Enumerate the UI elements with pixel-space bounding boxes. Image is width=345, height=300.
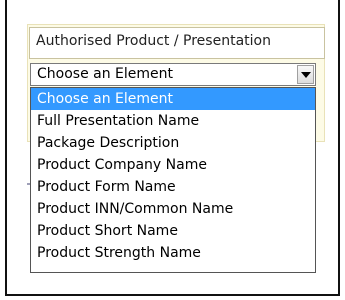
element-dropdown-list: Choose an Element Full Presentation Name… <box>30 87 316 273</box>
dropdown-option-package-description[interactable]: Package Description <box>31 132 315 154</box>
dropdown-option-product-strength-name[interactable]: Product Strength Name <box>31 242 315 264</box>
select-current-value: Choose an Element <box>37 66 174 82</box>
dropdown-option-product-inn-common-name[interactable]: Product INN/Common Name <box>31 198 315 220</box>
dropdown-option-product-form-name[interactable]: Product Form Name <box>31 176 315 198</box>
element-select[interactable]: Choose an Element <box>30 63 316 86</box>
dropdown-toggle-button[interactable] <box>297 65 314 84</box>
chevron-down-icon <box>301 72 311 78</box>
dropdown-option-product-short-name[interactable]: Product Short Name <box>31 220 315 242</box>
dropdown-option-choose-element[interactable]: Choose an Element <box>31 88 315 110</box>
panel-title: Authorised Product / Presentation <box>36 33 271 49</box>
panel-header: Authorised Product / Presentation <box>29 27 325 59</box>
dropdown-option-full-presentation-name[interactable]: Full Presentation Name <box>31 110 315 132</box>
dropdown-option-product-company-name[interactable]: Product Company Name <box>31 154 315 176</box>
